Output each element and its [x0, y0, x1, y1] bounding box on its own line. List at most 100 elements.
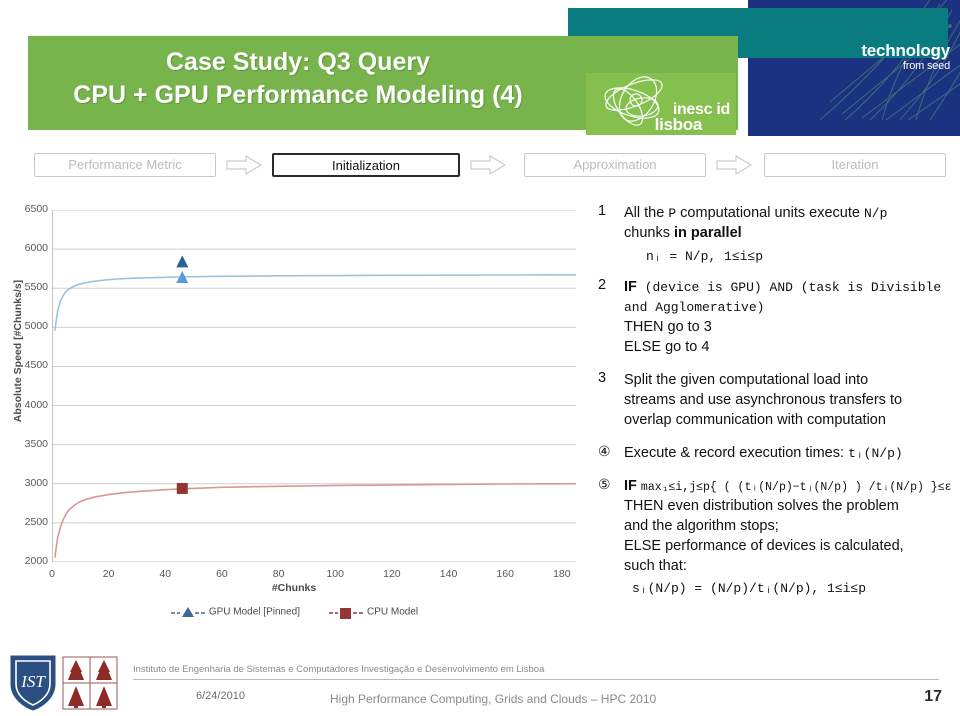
- chart-x-tick-label: 80: [272, 568, 285, 580]
- chart-x-tick-label: 120: [383, 568, 401, 580]
- chart-y-tick-label: 3500: [24, 437, 48, 450]
- algorithm-step-line: ELSE performance of devices is calculate…: [624, 536, 954, 556]
- chart-series-line-1: [54, 482, 577, 558]
- algorithm-step-line: such that:: [624, 556, 954, 576]
- algorithm-step-line: streams and use asynchronous transfers t…: [624, 390, 954, 410]
- algorithm-text-segment: computational units execute: [676, 205, 864, 221]
- chart-x-tick-label: 180: [553, 568, 571, 580]
- algorithm-step-equation: nᵢ = N/p, 1≤i≤p: [646, 249, 764, 264]
- chart-legend: GPU Model [Pinned] CPU Model: [0, 604, 588, 620]
- chart-marker-triangle-0-0: [176, 255, 189, 268]
- chart-y-tick-label: 4500: [24, 359, 48, 372]
- algorithm-step-body: All the P computational units execute N/…: [624, 203, 954, 243]
- algorithm-text-segment: ELSE go to 4: [624, 339, 710, 355]
- algorithm-step: 1 All the P computational units execute N…: [598, 203, 954, 264]
- nav-step-label: Approximation: [573, 157, 657, 172]
- slide-footer: IST Instituto de Engenharia de Sistemas …: [0, 652, 960, 716]
- performance-chart: Absolute Speed [#Chunks/s] 2000 2500 3000 3…: [0, 200, 588, 630]
- algorithm-step-line: chunks in parallel: [624, 223, 954, 243]
- algorithm-text-segment: ELSE performance of devices is calculate…: [624, 538, 904, 554]
- breadcrumb: Performance Metric Initialization Approx…: [0, 153, 960, 183]
- chart-y-tick-label: 6500: [24, 203, 48, 215]
- legend-marker-icon: [329, 608, 364, 619]
- algorithm-step: 2 IF (device is GPU) AND (task is Divisib…: [598, 277, 954, 357]
- nav-step-label: Initialization: [332, 158, 400, 173]
- algorithm-step-number: 1: [598, 203, 607, 219]
- inesc-logo: inesc id lisboa: [586, 73, 736, 135]
- algorithm-text-segment: P: [668, 206, 677, 221]
- chart-legend-item: GPU Model [Pinned]: [170, 604, 300, 620]
- algorithm-text-segment: max₁≤i,j≤p{ ( (tᵢ(N/p)−tⱼ(N/p) ) /tᵢ(N/p…: [640, 481, 952, 494]
- nav-step-approximation[interactable]: Approximation: [524, 153, 706, 177]
- algorithm-text-segment: streams and use asynchronous transfers t…: [624, 392, 903, 408]
- nav-step-initialization[interactable]: Initialization: [272, 153, 460, 177]
- brand-wordmark: technology from seed: [760, 42, 950, 72]
- algorithm-step-line: overlap communication with computation: [624, 410, 954, 430]
- page-title: Case Study: Q3 Query CPU + GPU Performan…: [28, 46, 568, 112]
- algorithm-text-segment: THEN even distribution solves the proble…: [624, 498, 899, 514]
- algorithm-step-line: Execute & record execution times: tᵢ(N/p…: [624, 443, 954, 463]
- footer-conference: High Performance Computing, Grids and Cl…: [330, 692, 657, 706]
- nav-step-iteration[interactable]: Iteration: [764, 153, 946, 177]
- footer-page-number: 17: [924, 688, 942, 705]
- algorithm-step-line: and Agglomerative): [624, 297, 954, 317]
- arrow-right-icon-2: [470, 155, 506, 175]
- footer-date: 6/24/2010: [196, 690, 245, 702]
- chart-x-tick-label: 40: [159, 568, 172, 580]
- algorithm-step-line: ELSE go to 4: [624, 337, 954, 357]
- brand-secondary-text: from seed: [902, 60, 950, 72]
- ist-shield-logo-icon: IST: [10, 655, 56, 711]
- algorithm-step-number: 3: [598, 370, 607, 386]
- nav-step-label: Iteration: [831, 157, 879, 172]
- brand-primary-text: technology: [861, 41, 950, 60]
- algorithm-text-segment: All the: [624, 205, 669, 221]
- footer-divider: [133, 679, 939, 680]
- algorithm-step-body: Split the given computational load into s…: [624, 370, 954, 430]
- chart-legend-item: CPU Model: [328, 604, 418, 620]
- algorithm-text-segment: Split the given computational load into: [624, 372, 869, 388]
- algorithm-steps-panel: 1 All the P computational units execute N…: [598, 203, 954, 609]
- slide-root: technology from seed Case Study: Q3 Quer…: [0, 0, 960, 716]
- legend-marker-icon: [170, 607, 205, 617]
- algorithm-step-body: Execute & record execution times: tᵢ(N/p…: [624, 443, 954, 463]
- algorithm-step-line: THEN go to 3: [624, 317, 954, 337]
- algorithm-step-number: ④: [598, 443, 611, 459]
- arrow-right-icon-1: [226, 155, 262, 175]
- chart-x-axis-label: #Chunks: [271, 582, 317, 594]
- chart-x-tick-label: 0: [49, 568, 55, 580]
- chart-legend-label: GPU Model [Pinned]: [208, 606, 301, 618]
- institute-name: Instituto de Engenharia de Sistemas e Co…: [133, 664, 545, 675]
- chart-x-tick-label: 20: [102, 568, 115, 580]
- page-title-line2: CPU + GPU Performance Modeling (4): [73, 81, 523, 109]
- chart-series-line-0: [54, 273, 577, 331]
- utl-tree-logo-icon: [62, 656, 118, 710]
- algorithm-text-segment: in parallel: [673, 225, 742, 241]
- chart-x-tick-label: 140: [439, 568, 458, 580]
- chart-svg: [51, 209, 577, 563]
- algorithm-step-line: THEN even distribution solves the proble…: [624, 496, 954, 516]
- algorithm-text-segment: chunks: [624, 225, 674, 241]
- nav-step-performance-metric[interactable]: Performance Metric: [34, 153, 216, 177]
- algorithm-step-line: All the P computational units execute N/…: [624, 203, 954, 223]
- algorithm-step-line: IF (device is GPU) AND (task is Divisibl…: [624, 277, 954, 297]
- chart-marker-square-1-0: [176, 482, 188, 494]
- chart-x-tick-label: 60: [216, 568, 228, 580]
- arrow-right-icon-3: [716, 155, 752, 175]
- algorithm-text-segment: IF: [624, 478, 641, 494]
- chart-y-tick-label: 2500: [24, 515, 48, 528]
- chart-legend-label: CPU Model: [367, 606, 419, 618]
- algorithm-text-segment: tᵢ(N/p): [848, 446, 903, 461]
- chart-plot-area: [51, 209, 577, 563]
- chart-y-tick-label: 3000: [24, 476, 48, 489]
- algorithm-step-line: IF max₁≤i,j≤p{ ( (tᵢ(N/p)−tⱼ(N/p) ) /tᵢ(…: [624, 476, 954, 496]
- algorithm-text-segment: Execute & record execution times:: [624, 445, 849, 461]
- chart-y-tick-label: 6000: [24, 242, 48, 255]
- algorithm-text-segment: (device is GPU) AND (task is Divisible: [636, 280, 942, 295]
- algorithm-step-line: and the algorithm stops;: [624, 516, 954, 536]
- algorithm-step: ④ Execute & record execution times: tᵢ(N/…: [598, 443, 954, 463]
- algorithm-step-number: 2: [598, 277, 607, 293]
- algorithm-step: ⑤ IF max₁≤i,j≤p{ ( (tᵢ(N/p)−tⱼ(N/p) ) /tᵢ…: [598, 476, 954, 596]
- algorithm-text-segment: and the algorithm stops;: [624, 518, 779, 534]
- algorithm-step-body: IF (device is GPU) AND (task is Divisibl…: [624, 277, 954, 357]
- algorithm-text-segment: THEN go to 3: [624, 319, 712, 335]
